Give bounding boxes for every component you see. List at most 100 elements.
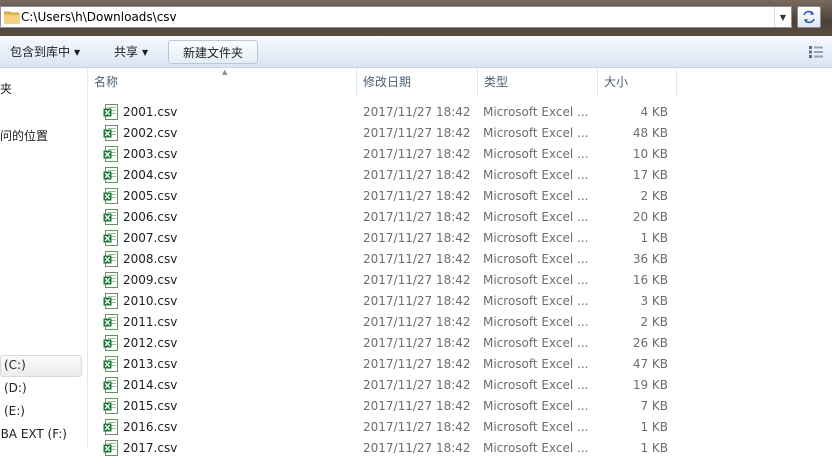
file-name[interactable]: 2007.csv	[123, 228, 177, 249]
file-row[interactable]: 2017.csv2017/11/27 18:42Microsoft Excel …	[88, 438, 832, 459]
nav-item-drive-e[interactable]: (E:)	[4, 404, 25, 418]
file-row[interactable]: 2010.csv2017/11/27 18:42Microsoft Excel …	[88, 291, 832, 312]
chevron-down-icon: ▼	[780, 13, 786, 22]
file-type: Microsoft Excel ...	[483, 102, 588, 123]
file-date: 2017/11/27 18:42	[363, 396, 471, 417]
file-size: 20 KB	[598, 207, 668, 228]
address-dropdown-button[interactable]: ▼	[774, 7, 791, 27]
file-date: 2017/11/27 18:42	[363, 417, 471, 438]
file-date: 2017/11/27 18:42	[363, 144, 471, 165]
file-name[interactable]: 2013.csv	[123, 354, 177, 375]
file-date: 2017/11/27 18:42	[363, 438, 471, 459]
file-row[interactable]: 2002.csv 2017/11/27 18:42 Microsoft Excel …	[88, 123, 832, 144]
file-size: 2 KB	[598, 186, 668, 207]
excel-csv-icon	[103, 251, 119, 267]
file-name[interactable]: 2011.csv	[123, 312, 177, 333]
new-folder-label: 新建文件夹	[183, 46, 243, 60]
file-row[interactable]: 2004.csv2017/11/27 18:42Microsoft Excel …	[88, 165, 832, 186]
file-name[interactable]: 2015.csv	[123, 396, 177, 417]
share-button[interactable]: 共享▼	[108, 40, 154, 64]
excel-csv-icon	[103, 377, 119, 393]
excel-csv-icon	[103, 146, 119, 162]
file-type: Microsoft Excel ...	[483, 333, 588, 354]
nav-item-favorites-fragment[interactable]: 藏夹	[0, 80, 12, 97]
file-size: 7 KB	[598, 396, 668, 417]
file-type: Microsoft Excel ...	[483, 123, 588, 144]
command-toolbar: 包含到库中▼ 共享▼ 新建文件夹	[0, 36, 832, 68]
file-row[interactable]: 2006.csv 2017/11/27 18:42 Microsoft Excel …	[88, 207, 832, 228]
excel-csv-icon	[103, 440, 119, 456]
nav-item-drive-c[interactable]: (C:)	[4, 358, 26, 372]
file-date: 2017/11/27 18:42	[363, 375, 471, 396]
chevron-down-icon: ▼	[142, 48, 148, 57]
nav-item-drive-d[interactable]: (D:)	[4, 381, 27, 395]
file-type: Microsoft Excel ...	[483, 291, 588, 312]
column-header-type[interactable]: 类型	[478, 68, 597, 96]
file-row[interactable]: 2015.csv2017/11/27 18:42Microsoft Excel …	[88, 396, 832, 417]
excel-csv-icon	[103, 356, 119, 372]
excel-csv-icon	[103, 314, 119, 330]
new-folder-button[interactable]: 新建文件夹	[168, 40, 258, 64]
include-in-library-button[interactable]: 包含到库中▼	[4, 40, 86, 64]
file-name[interactable]: 2001.csv	[123, 102, 177, 123]
file-row[interactable]: 2003.csv 2017/11/27 18:42 Microsoft Excel …	[88, 144, 832, 165]
file-size: 10 KB	[598, 144, 668, 165]
file-name[interactable]: 2003.csv	[123, 144, 177, 165]
file-name[interactable]: 2010.csv	[123, 291, 177, 312]
column-divider[interactable]	[676, 68, 677, 96]
file-size: 2 KB	[598, 312, 668, 333]
file-date: 2017/11/27 18:42	[363, 354, 471, 375]
file-name[interactable]: 2016.csv	[123, 417, 177, 438]
file-row[interactable]: 2013.csv2017/11/27 18:42Microsoft Excel …	[88, 354, 832, 375]
file-name[interactable]: 2017.csv	[123, 438, 177, 459]
file-row[interactable]: 2011.csv2017/11/27 18:42Microsoft Excel …	[88, 312, 832, 333]
excel-csv-icon	[103, 167, 119, 183]
file-name[interactable]: 2005.csv	[123, 186, 177, 207]
excel-csv-icon	[103, 335, 119, 351]
file-row[interactable]: 2016.csv2017/11/27 18:42Microsoft Excel …	[88, 417, 832, 438]
file-row[interactable]: 2012.csv2017/11/27 18:42Microsoft Excel …	[88, 333, 832, 354]
file-name[interactable]: 2014.csv	[123, 375, 177, 396]
file-date: 2017/11/27 18:42	[363, 165, 471, 186]
refresh-button[interactable]	[797, 6, 821, 28]
column-size-label: 大小	[604, 75, 628, 89]
address-bar[interactable]: C:\Users\h\Downloads\csv ▼	[0, 6, 792, 28]
column-header-date[interactable]: 修改日期	[357, 68, 477, 96]
file-row[interactable]: 2007.csv2017/11/27 18:42Microsoft Excel …	[88, 228, 832, 249]
file-name[interactable]: 2006.csv	[123, 207, 177, 228]
file-date: 2017/11/27 18:42	[363, 123, 471, 144]
file-name[interactable]: 2008.csv	[123, 249, 177, 270]
view-options-icon[interactable]	[808, 45, 824, 59]
file-type: Microsoft Excel ...	[483, 207, 588, 228]
file-date: 2017/11/27 18:42	[363, 207, 471, 228]
column-header-size[interactable]: 大小	[598, 68, 676, 96]
file-name[interactable]: 2002.csv	[123, 123, 177, 144]
column-type-label: 类型	[484, 75, 508, 89]
file-date: 2017/11/27 18:42	[363, 186, 471, 207]
column-name-label: 名称	[94, 75, 118, 89]
file-name[interactable]: 2004.csv	[123, 165, 177, 186]
file-row[interactable]: 2014.csv2017/11/27 18:42Microsoft Excel …	[88, 375, 832, 396]
column-date-label: 修改日期	[363, 75, 411, 89]
refresh-icon	[802, 10, 816, 24]
address-band: C:\Users\h\Downloads\csv ▼	[0, 0, 832, 36]
excel-csv-icon	[103, 104, 119, 120]
file-type: Microsoft Excel ...	[483, 228, 588, 249]
file-size: 3 KB	[598, 291, 668, 312]
file-row[interactable]: 2008.csv2017/11/27 18:42Microsoft Excel …	[88, 249, 832, 270]
file-type: Microsoft Excel ...	[483, 144, 588, 165]
nav-item-drive-f[interactable]: HIBA EXT (F:)	[0, 427, 67, 441]
file-name[interactable]: 2012.csv	[123, 333, 177, 354]
include-in-library-label: 包含到库中	[10, 45, 70, 59]
file-row[interactable]: 2009.csv2017/11/27 18:42Microsoft Excel …	[88, 270, 832, 291]
excel-csv-icon	[103, 398, 119, 414]
excel-csv-icon	[103, 209, 119, 225]
file-size: 19 KB	[598, 375, 668, 396]
file-row[interactable]: 2001.csv2017/11/27 18:42Microsoft Excel …	[88, 102, 832, 123]
column-header-name[interactable]: 名称	[88, 68, 356, 96]
address-path[interactable]: C:\Users\h\Downloads\csv	[21, 10, 177, 24]
excel-csv-icon	[103, 272, 119, 288]
file-name[interactable]: 2009.csv	[123, 270, 177, 291]
file-row[interactable]: 2005.csv2017/11/27 18:42Microsoft Excel …	[88, 186, 832, 207]
nav-item-recent-places[interactable]: 访问的位置	[0, 127, 48, 144]
